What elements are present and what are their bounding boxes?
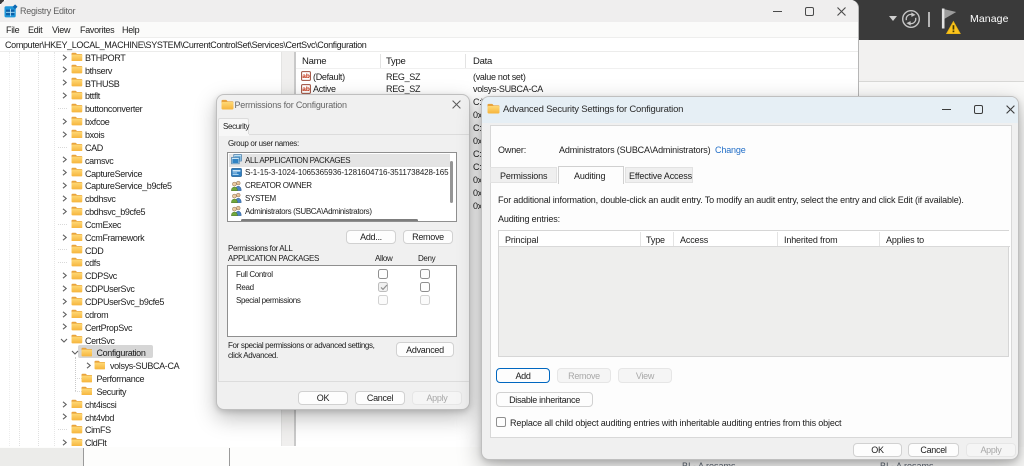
svg-text:ab: ab (302, 86, 310, 93)
svg-text:ab: ab (302, 73, 310, 80)
